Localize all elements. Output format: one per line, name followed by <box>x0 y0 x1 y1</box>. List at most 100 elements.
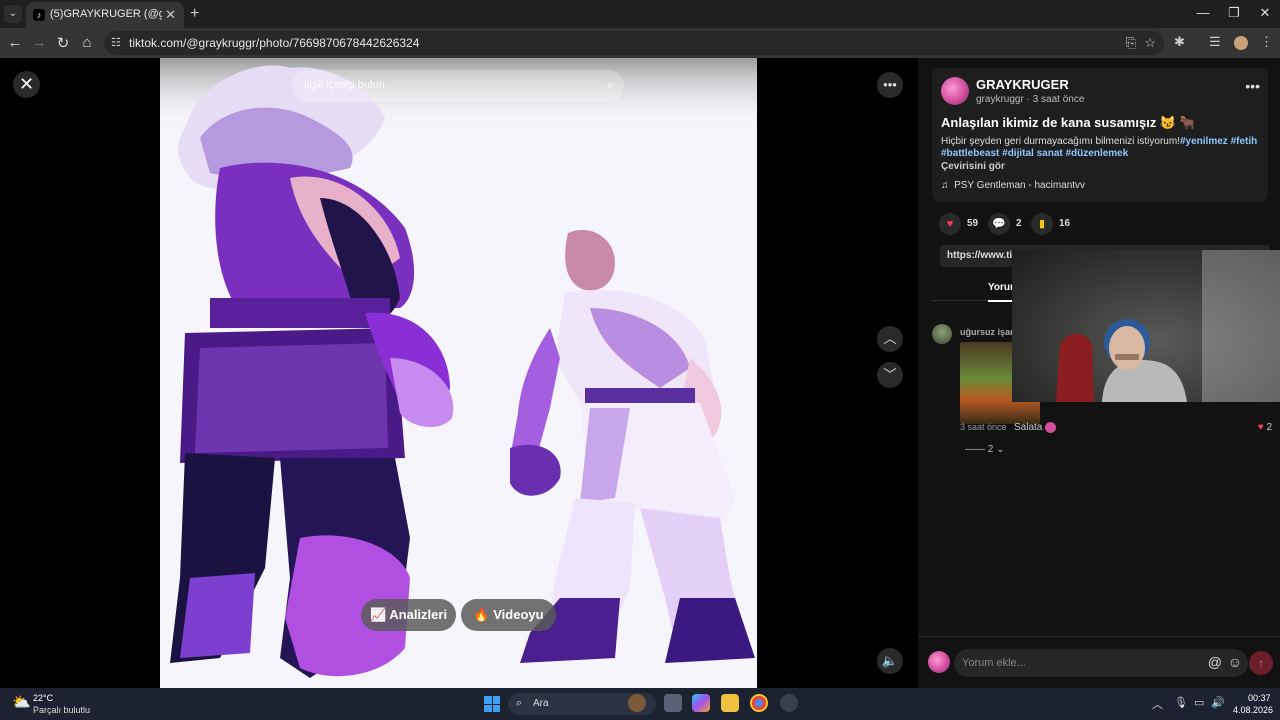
tab-close-icon[interactable]: ✕ <box>165 7 176 23</box>
browser-tab[interactable]: ♪ (5)GRAYKRUGER (@grayk... ✕ <box>26 2 184 28</box>
search-icon[interactable]: ⌕ <box>607 77 614 93</box>
reload-button[interactable]: ↻ <box>53 34 73 52</box>
browser-menu-icon[interactable]: ⋮ <box>1260 34 1273 50</box>
photo-viewer: ✕ İlgili içeriği bulun ⌕ 📈 Analizleri 🔥 … <box>0 58 918 688</box>
commenter-name[interactable]: uğursuz işar <box>960 327 1014 337</box>
chevron-up-icon[interactable]: ︿ <box>1152 696 1163 712</box>
hashtag[interactable]: #fetih <box>1231 136 1258 147</box>
comment-composer: Yorum ekle... @ ☺ ↑ <box>918 636 1280 688</box>
music-title: PSY Gentleman - hacimantvv <box>954 180 1086 191</box>
close-viewer-button[interactable]: ✕ <box>13 71 40 98</box>
tab-search-button[interactable]: ⌄ <box>4 5 22 23</box>
network-icon[interactable]: ▭ <box>1194 696 1204 709</box>
flame-icon: 🔥 <box>473 607 490 622</box>
chart-icon: 📈 <box>369 607 387 622</box>
weather-icon[interactable]: ⛅ <box>12 693 31 711</box>
tab-title: (5)GRAYKRUGER (@grayk... <box>50 8 162 20</box>
previous-post-button[interactable]: ︿ <box>877 326 903 352</box>
analytics-button[interactable]: 📈 Analizleri <box>361 599 456 631</box>
mention-icon[interactable]: @ <box>1208 654 1222 670</box>
volume-button[interactable]: 🔈 <box>877 648 903 674</box>
card-more-icon[interactable]: ••• <box>1245 78 1260 94</box>
search-highlight-icon[interactable] <box>628 694 646 712</box>
new-tab-button[interactable]: + <box>190 5 199 23</box>
weather-temperature[interactable]: 22°C <box>33 693 53 703</box>
tiktok-favicon-icon: ♪ <box>33 9 45 21</box>
home-button[interactable]: ⌂ <box>77 34 97 51</box>
my-avatar[interactable] <box>928 651 950 673</box>
post-photo: İlgili içeriği bulun ⌕ <box>160 58 757 688</box>
post-title: Anlaşılan ikimiz de kana susamışız 😼 🐂 <box>941 115 1196 130</box>
hashtag[interactable]: #düzenlemek <box>1066 148 1129 159</box>
next-post-button[interactable]: ﹀ <box>877 362 903 388</box>
site-info-icon[interactable]: ☷ <box>111 36 121 49</box>
video-label: Videoyu <box>493 607 544 622</box>
more-options-button[interactable]: ••• <box>877 72 903 98</box>
comment-reply-text: Salata <box>1014 422 1057 433</box>
comment-input-placeholder: Yorum ekle... <box>962 657 1026 669</box>
profile-avatar[interactable] <box>1234 36 1248 50</box>
start-button[interactable] <box>484 696 500 712</box>
related-search-placeholder: İlgili içeriği bulun <box>304 79 385 91</box>
address-bar[interactable]: ☷ tiktok.com/@graykruggr/photo/766987067… <box>104 31 1164 55</box>
related-search-bar[interactable]: İlgili içeriği bulun ⌕ <box>292 70 624 102</box>
webcam-feed <box>1056 250 1280 402</box>
clock-time[interactable]: 00:37 <box>1248 693 1271 703</box>
comment-like-button[interactable]: ♥ 2 <box>1258 422 1272 433</box>
file-explorer-icon[interactable] <box>721 694 739 712</box>
music-link[interactable]: ♫ PSY Gentleman - hacimantvv <box>941 180 1085 191</box>
music-note-icon: ♫ <box>941 180 949 191</box>
back-button[interactable]: ← <box>5 34 25 51</box>
post-info-card: GRAYKRUGER graykruggr · 3 saat önce ••• … <box>932 68 1268 202</box>
bookmark-star-icon[interactable]: ☆ <box>1144 35 1156 51</box>
hashtag[interactable]: #dijital sanat <box>1002 148 1063 159</box>
view-replies-button[interactable]: —— 2 ⌄ <box>965 444 1005 455</box>
taskbar-search-label: Ara <box>533 698 549 709</box>
commenter-avatar[interactable] <box>932 324 952 344</box>
reply-label[interactable]: Salata <box>1014 422 1042 433</box>
webcam-overlay <box>1012 250 1280 402</box>
close-window-button[interactable]: ✕ <box>1250 5 1280 21</box>
search-icon: ⌕ <box>516 697 523 709</box>
description-text: Hiçbir şeyden geri durmayacağımı bilmeni… <box>941 136 1180 147</box>
browser-toolbar: ← → ↻ ⌂ ☷ tiktok.com/@graykruggr/photo/7… <box>0 28 1280 58</box>
task-view-icon[interactable] <box>664 694 682 712</box>
analytics-label: Analizleri <box>389 607 448 622</box>
post-description: Hiçbir şeyden geri durmayacağımı bilmeni… <box>941 136 1261 160</box>
bookmark-icon: ▮ <box>1031 213 1053 235</box>
comment-input[interactable]: Yorum ekle... @ ☺ <box>954 649 1248 677</box>
chrome-icon[interactable] <box>750 694 768 712</box>
video-button[interactable]: 🔥 Videoyu <box>461 599 556 631</box>
forward-button[interactable]: → <box>29 34 49 51</box>
clock-date[interactable]: 4.08.2026 <box>1233 705 1273 715</box>
reading-list-icon[interactable]: ☰ <box>1209 34 1221 50</box>
author-meta: graykruggr · 3 saat önce <box>976 94 1085 105</box>
heart-icon: ♥ <box>1257 422 1264 433</box>
browser-tab-strip: ⌄ ♪ (5)GRAYKRUGER (@grayk... ✕ + — ❐ ✕ <box>0 0 1280 28</box>
battle-beast-artwork <box>160 58 757 678</box>
speaker-icon[interactable]: 🔊 <box>1211 696 1225 709</box>
translate-icon[interactable]: ⎘ <box>1126 35 1136 51</box>
replies-count: 2 <box>987 444 994 455</box>
app-icon[interactable] <box>780 694 798 712</box>
hashtag[interactable]: #battlebeast <box>941 148 999 159</box>
save-count: 16 <box>1059 218 1071 229</box>
reply-avatar-icon <box>1045 422 1057 433</box>
author-avatar[interactable] <box>941 77 969 105</box>
weather-description[interactable]: Parçalı bulutlu <box>33 705 90 715</box>
post-time: 3 saat önce <box>1032 94 1085 105</box>
restore-button[interactable]: ❐ <box>1219 5 1249 21</box>
microphone-icon[interactable]: 🎙 <box>1174 696 1188 709</box>
see-translation-link[interactable]: Çevirisini gör <box>941 161 1005 172</box>
minimize-button[interactable]: — <box>1188 5 1218 20</box>
heart-icon: ♥ <box>939 213 961 235</box>
author-handle[interactable]: graykruggr <box>976 94 1024 105</box>
windows-taskbar: ⛅ 22°C Parçalı bulutlu ⌕ Ara ︿ 🎙 ▭ 🔊 00:… <box>0 688 1280 720</box>
extensions-icon[interactable]: ✱ <box>1174 34 1185 50</box>
send-comment-button[interactable]: ↑ <box>1249 651 1273 675</box>
emoji-icon[interactable]: ☺ <box>1228 654 1242 670</box>
copilot-icon[interactable] <box>692 694 710 712</box>
author-name[interactable]: GRAYKRUGER <box>976 77 1069 92</box>
hashtag[interactable]: #yenilmez <box>1180 136 1228 147</box>
like-count: 59 <box>967 218 979 229</box>
